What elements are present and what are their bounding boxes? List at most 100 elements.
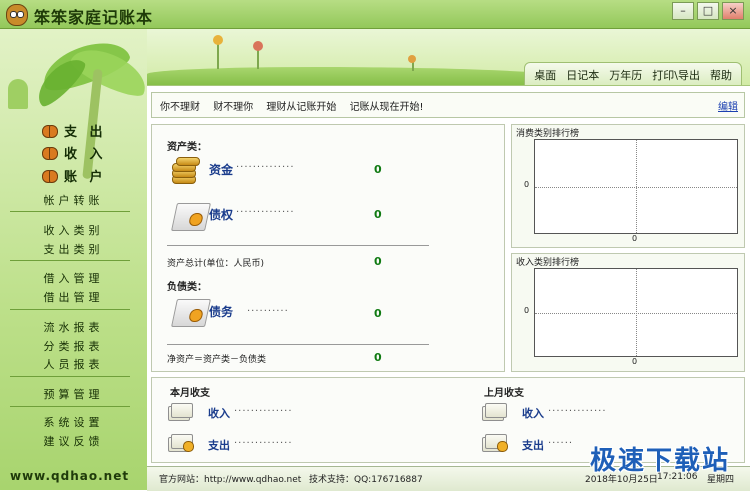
chart-gridline	[535, 312, 737, 314]
slogan-part: 你不理财	[160, 102, 200, 113]
sidebar-divider	[10, 376, 130, 377]
leader-dots: ··············	[234, 406, 293, 417]
sidebar-divider	[10, 211, 130, 212]
official-site-label[interactable]: 官方网站：http://www.qdhao.net	[159, 472, 301, 485]
sidebar-divider	[10, 260, 130, 261]
income-x-tick: 0	[632, 357, 638, 366]
leader-dots: ··············	[236, 207, 295, 218]
expense-stack-icon	[168, 434, 194, 452]
income-stack-icon	[482, 403, 508, 421]
leader-dots: ··············	[234, 438, 293, 449]
sidebar-item-expense[interactable]: 支 出	[42, 121, 107, 140]
window-title: 笨笨家庭记账本	[34, 8, 154, 27]
minimize-button[interactable]: –	[672, 2, 694, 20]
asset-total-value: 0	[374, 255, 382, 268]
net-asset-value: 0	[374, 351, 382, 364]
sidebar-divider	[10, 406, 130, 407]
sidebar-divider	[10, 309, 130, 310]
debt-icon	[171, 299, 211, 327]
last-month-title: 上月收支	[484, 388, 524, 399]
maximize-button[interactable]: □	[697, 2, 719, 20]
asset-panel: 资产类： 资金 ·············· 0 债权 ············…	[151, 124, 505, 372]
this-month-expense-label[interactable]: 支出	[208, 437, 230, 453]
income-chart-title: 收入类别排行榜	[516, 258, 580, 268]
leader-dots: ··············	[236, 162, 295, 173]
this-month-title: 本月收支	[170, 388, 210, 399]
asset-section-label: 资产类：	[167, 142, 207, 153]
sidebar-item-label: 收 入	[64, 147, 107, 162]
sidebar-item-member-report[interactable]: 人员报表	[0, 356, 147, 372]
sidebar-item-income-category[interactable]: 收入类别	[0, 222, 147, 238]
funds-label[interactable]: 资金	[209, 161, 233, 178]
slogan-bar: 你不理财 财不理你 理财从记账开始 记账从现在开始! 编辑	[151, 92, 745, 118]
slogan-part: 理财从记账开始	[266, 102, 337, 113]
chart-gridline	[535, 186, 737, 188]
sidebar-item-borrow-in[interactable]: 借入管理	[0, 270, 147, 286]
sidebar-item-expense-category[interactable]: 支出类别	[0, 241, 147, 257]
income-y-tick: 0	[524, 306, 530, 315]
menu-tab-desktop[interactable]: 桌面	[529, 64, 561, 85]
grass-decoration	[147, 67, 567, 85]
sidebar-item-budget[interactable]: 预算管理	[0, 386, 147, 402]
sidebar-item-feedback[interactable]: 建议反馈	[0, 433, 147, 449]
liability-section-label: 负债类：	[167, 282, 207, 293]
sidebar-item-label: 账 户	[64, 170, 107, 185]
expense-chart-plot	[534, 139, 738, 234]
flower-decoration	[213, 35, 223, 45]
debt-value: 0	[374, 307, 382, 320]
menu-tab-print-export[interactable]: 打印\导出	[647, 64, 705, 85]
funds-value: 0	[374, 163, 382, 176]
divider	[167, 344, 429, 345]
sidebar-item-account[interactable]: 账 户	[42, 166, 107, 185]
expense-stack-icon	[482, 434, 508, 452]
slogan-part: 记账从现在开始!	[349, 102, 424, 113]
income-stack-icon	[168, 403, 194, 421]
sidebar: 支 出 收 入 账 户 帐户转账 收入类别 支出类别 借入管理 借出管理 流水报…	[0, 29, 147, 490]
credit-value: 0	[374, 208, 382, 221]
last-month-income-label[interactable]: 收入	[522, 405, 544, 421]
slogan-part: 财不理你	[213, 102, 254, 113]
sidebar-item-transfer[interactable]: 帐户转账	[0, 192, 147, 208]
asset-total-label: 资产总计(单位：人民币)	[167, 259, 265, 269]
last-month-expense-label[interactable]: 支出	[522, 437, 544, 453]
sidebar-item-flow-report[interactable]: 流水报表	[0, 319, 147, 335]
income-chart-plot	[534, 268, 738, 357]
top-menu: 桌面 日记本 万年历 打印\导出 帮助	[524, 62, 742, 85]
butterfly-icon	[42, 146, 58, 160]
menu-tab-help[interactable]: 帮助	[705, 64, 737, 85]
flower-decoration	[253, 41, 263, 51]
slogan-text: 你不理财 财不理你 理财从记账开始 记账从现在开始!	[160, 98, 434, 113]
close-button[interactable]: ×	[722, 2, 744, 20]
app-logo-icon	[6, 4, 28, 26]
credit-label[interactable]: 债权	[209, 206, 233, 223]
website-label: www.qdhao.net	[10, 469, 130, 483]
this-month-income-label[interactable]: 收入	[208, 405, 230, 421]
sidebar-item-income[interactable]: 收 入	[42, 143, 107, 162]
tech-support-label: 技术支持：QQ:176716887	[309, 475, 423, 485]
butterfly-icon	[42, 169, 58, 183]
edit-link[interactable]: 编辑	[718, 98, 738, 113]
leader-dots: ··········	[247, 306, 289, 317]
menu-tab-diary[interactable]: 日记本	[561, 64, 604, 85]
plant-decoration	[8, 79, 28, 109]
header-banner: 桌面 日记本 万年历 打印\导出 帮助	[147, 29, 750, 86]
expense-chart-title: 消费类别排行榜	[516, 129, 580, 139]
leader-dots: ··············	[548, 406, 607, 417]
sidebar-item-settings[interactable]: 系统设置	[0, 414, 147, 430]
net-asset-label: 净资产＝资产类－负债类	[167, 355, 267, 365]
sidebar-item-lend-out[interactable]: 借出管理	[0, 289, 147, 305]
expense-rank-chart-panel: 消费类别排行榜 0 0	[511, 124, 745, 248]
butterfly-icon	[42, 124, 58, 138]
menu-tab-calendar[interactable]: 万年历	[604, 64, 647, 85]
income-rank-chart-panel: 收入类别排行榜 0 0	[511, 253, 745, 372]
debt-label[interactable]: 债务	[209, 303, 233, 320]
divider	[167, 245, 429, 246]
flower-decoration	[408, 55, 416, 63]
coins-icon	[170, 157, 200, 185]
leader-dots: ······	[548, 438, 574, 449]
watermark-text: 极速下载站	[589, 446, 730, 476]
credit-icon	[171, 203, 211, 231]
expense-y-tick: 0	[524, 180, 530, 189]
sidebar-item-label: 支 出	[64, 125, 107, 140]
sidebar-item-category-report[interactable]: 分类报表	[0, 338, 147, 354]
